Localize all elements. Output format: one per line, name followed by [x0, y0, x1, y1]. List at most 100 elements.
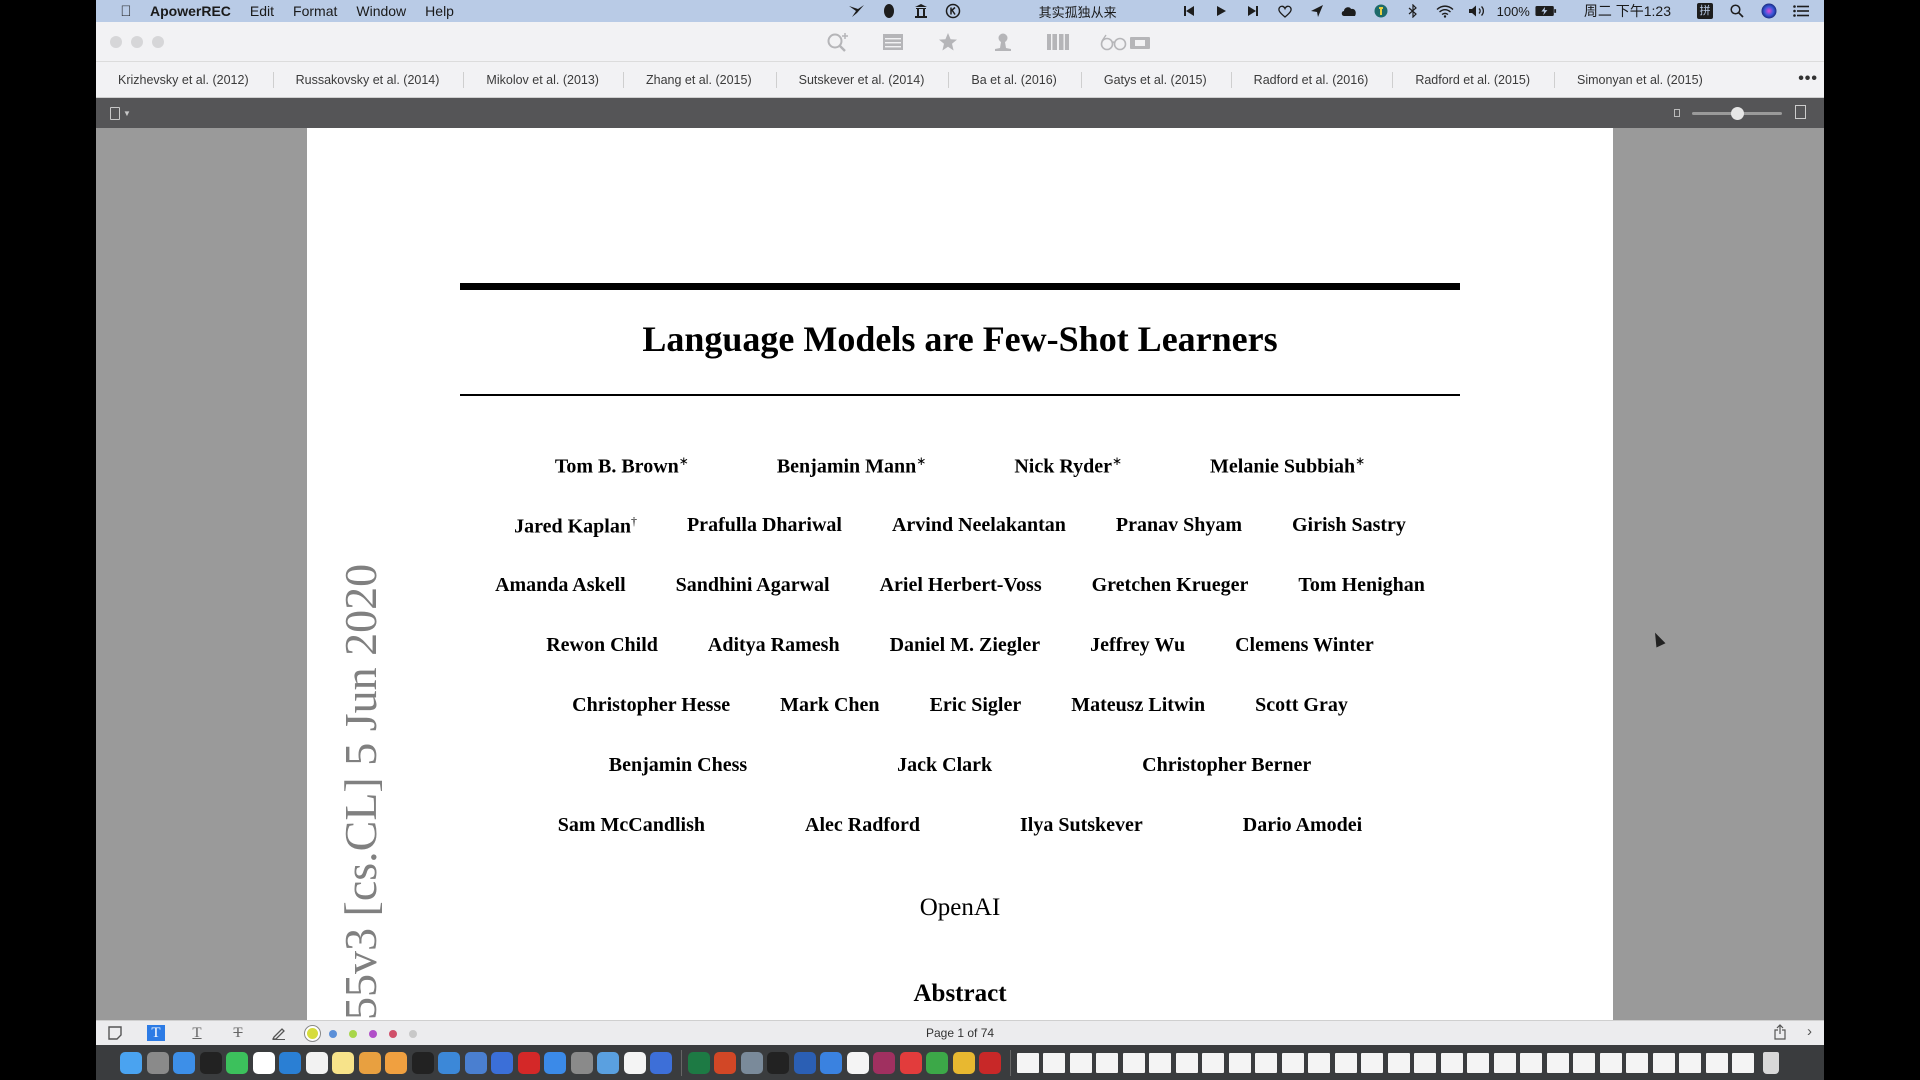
dock-app-icon-photos[interactable] — [358, 1051, 381, 1074]
dock-document-thumbnail[interactable] — [1652, 1052, 1675, 1073]
minimize-window-button[interactable] — [131, 36, 143, 48]
dock-app-icon-xmind[interactable] — [899, 1051, 922, 1074]
dock-document-thumbnail[interactable] — [1493, 1052, 1516, 1073]
dock-document-thumbnail[interactable] — [1334, 1052, 1357, 1073]
search-plus-icon[interactable] — [824, 31, 852, 53]
previous-track-icon[interactable] — [1178, 1, 1200, 21]
dock-document-thumbnail[interactable] — [1043, 1052, 1065, 1073]
spotlight-search-icon[interactable] — [1726, 1, 1748, 21]
bookmark-item[interactable]: Gatys et al. (2015) — [1082, 71, 1232, 88]
dock-app-icon-calendar[interactable] — [252, 1051, 275, 1074]
underline-text-icon[interactable]: T — [188, 1025, 206, 1041]
dock-document-thumbnail[interactable] — [1308, 1052, 1330, 1073]
dock-app-icon-excel[interactable] — [687, 1051, 710, 1074]
dock-app-icon-image-capture[interactable] — [740, 1051, 763, 1074]
dock-document-thumbnail[interactable] — [1546, 1052, 1569, 1073]
wifi-icon[interactable] — [1434, 1, 1456, 21]
dock-app-icon-system-preferences[interactable] — [570, 1051, 593, 1074]
menu-help[interactable]: Help — [425, 3, 454, 19]
list-icon[interactable] — [879, 31, 907, 53]
dock-app-icon-vs-code[interactable] — [279, 1051, 301, 1074]
menu-edit[interactable]: Edit — [250, 3, 274, 19]
dock-document-thumbnail[interactable] — [1122, 1052, 1145, 1073]
dock-document-thumbnail[interactable] — [1679, 1052, 1701, 1073]
dock-document-thumbnail[interactable] — [1096, 1052, 1118, 1073]
dock-document-thumbnail[interactable] — [1573, 1052, 1595, 1073]
dock-app-icon-instruments[interactable] — [873, 1051, 895, 1074]
bookmark-item[interactable]: Zhang et al. (2015) — [624, 71, 777, 88]
dock-app-icon-wechat[interactable] — [226, 1051, 248, 1074]
dock-document-thumbnail[interactable] — [1255, 1052, 1277, 1073]
dock-document-thumbnail[interactable] — [1175, 1052, 1198, 1073]
dock-app-icon-pages[interactable] — [385, 1051, 407, 1074]
dock-app-icon-chrome[interactable] — [952, 1051, 975, 1074]
send-icon[interactable] — [1306, 1, 1328, 21]
bookmark-item[interactable]: Ba et al. (2016) — [949, 71, 1082, 88]
dock-document-thumbnail[interactable] — [1626, 1052, 1648, 1073]
bookmark-item[interactable]: Krizhevsky et al. (2012) — [96, 71, 274, 88]
dock-app-icon-textedit[interactable] — [623, 1051, 646, 1074]
dock-app-icon-terminal[interactable] — [411, 1051, 434, 1074]
dock-app-icon-baidu-netdisk[interactable] — [846, 1051, 869, 1074]
trash-icon[interactable] — [1762, 1051, 1779, 1074]
clock[interactable]: 周二 下午1:23 — [1584, 1, 1671, 21]
share-icon[interactable] — [1774, 1024, 1786, 1043]
dock-document-thumbnail[interactable] — [1387, 1052, 1410, 1073]
apple-menu-icon[interactable]:  — [116, 3, 136, 20]
dock-app-icon-parallels[interactable] — [979, 1051, 1001, 1074]
view-mode-button[interactable]: ▼ — [110, 105, 132, 121]
bookmark-item[interactable]: Simonyan et al. (2015) — [1555, 72, 1727, 88]
heart-icon[interactable] — [1274, 1, 1296, 21]
glasses-icon[interactable] — [1099, 31, 1155, 53]
notification-center-icon[interactable] — [1790, 1, 1812, 21]
dock-document-thumbnail[interactable] — [1520, 1052, 1542, 1073]
volume-icon[interactable] — [1466, 1, 1488, 21]
more-bookmarks-button[interactable]: ••• — [1798, 70, 1818, 88]
museum-icon[interactable] — [910, 1, 932, 21]
zoom-slider-knob[interactable] — [1730, 107, 1744, 120]
bird-icon[interactable] — [846, 1, 868, 21]
dock-app-icon-notes[interactable] — [332, 1051, 354, 1074]
note-icon[interactable] — [106, 1025, 124, 1041]
dock-app-icon-netease-music[interactable] — [517, 1051, 540, 1074]
dock-app-icon-activity-monitor[interactable] — [767, 1051, 789, 1074]
color-swatch[interactable] — [329, 1030, 337, 1038]
dock-app-icon-launchpad[interactable] — [146, 1051, 169, 1074]
color-swatch[interactable] — [349, 1030, 357, 1038]
zoom-slider[interactable] — [1674, 104, 1806, 122]
color-swatch[interactable] — [369, 1030, 377, 1038]
dock-app-icon-reminders[interactable] — [305, 1051, 328, 1074]
dock-document-thumbnail[interactable] — [1069, 1052, 1092, 1073]
dock-app-icon-wps[interactable] — [650, 1051, 672, 1074]
menu-format[interactable]: Format — [293, 3, 337, 19]
cloud-icon[interactable] — [1338, 1, 1360, 21]
color-swatch[interactable] — [389, 1030, 397, 1038]
text-box-icon[interactable]: T — [147, 1025, 165, 1041]
dock-app-icon-preview[interactable] — [597, 1051, 619, 1074]
dock-app-icon-finder[interactable] — [120, 1051, 142, 1074]
app-badge-icon[interactable] — [1370, 1, 1392, 21]
color-swatch[interactable] — [409, 1030, 417, 1038]
dock-app-icon-airmail[interactable] — [820, 1051, 842, 1074]
pen-icon[interactable] — [270, 1025, 288, 1041]
dock-document-thumbnail[interactable] — [1281, 1052, 1304, 1073]
dock-document-thumbnail[interactable] — [1228, 1052, 1251, 1073]
zoom-window-button[interactable] — [152, 36, 164, 48]
book-icon[interactable] — [1044, 31, 1072, 53]
close-window-button[interactable] — [110, 36, 122, 48]
menu-window[interactable]: Window — [356, 3, 406, 19]
menu-app-name[interactable]: ApowerREC — [150, 3, 231, 19]
star-icon[interactable] — [934, 31, 962, 53]
dock-app-icon-qq[interactable] — [199, 1051, 222, 1074]
k-circle-icon[interactable] — [942, 1, 964, 21]
dock-document-thumbnail[interactable] — [1732, 1052, 1754, 1073]
bookmark-item[interactable]: Radford et al. (2016) — [1232, 71, 1394, 88]
qq-icon[interactable] — [878, 1, 900, 21]
strikethrough-text-icon[interactable]: T — [229, 1025, 247, 1041]
next-track-icon[interactable] — [1242, 1, 1264, 21]
dock-app-icon-keynote[interactable] — [438, 1051, 460, 1074]
bookmark-item[interactable]: Sutskever et al. (2014) — [777, 71, 950, 88]
bookmark-item[interactable]: Russakovsky et al. (2014) — [274, 71, 465, 88]
dock-app-icon-kuaiya[interactable] — [491, 1051, 513, 1074]
battery-charging-icon[interactable] — [1535, 1, 1557, 21]
